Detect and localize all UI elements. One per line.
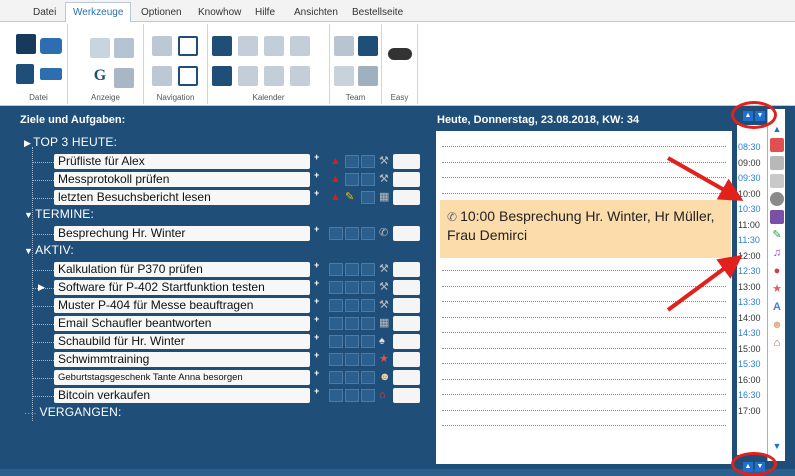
red-arrow-icon	[667, 156, 744, 201]
app-window: Datei Werkzeuge Optionen Knowhow Hilfe A…	[0, 0, 795, 476]
red-arrow-icon	[666, 254, 743, 312]
annotation-arrows	[666, 156, 744, 312]
